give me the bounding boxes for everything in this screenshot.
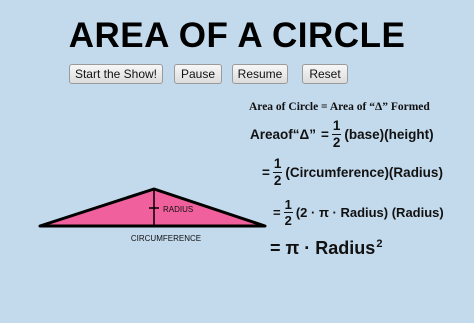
formula-heading: Area of Circle = Area of “Δ” Formed bbox=[249, 101, 430, 113]
eq2-equals: = bbox=[262, 164, 270, 180]
radius-label: RADIUS bbox=[163, 205, 193, 214]
eq4-exponent: 2 bbox=[376, 237, 383, 250]
equation-4: = π · Radius 2 bbox=[270, 238, 382, 259]
eq4-equals: = bbox=[270, 238, 281, 258]
eq1-equals: = bbox=[320, 126, 329, 142]
eq3-rhs: (2 · π · Radius) (Radius) bbox=[295, 205, 444, 220]
eq4-rhs: π · Radius bbox=[285, 238, 376, 258]
fraction-denominator: 2 bbox=[273, 172, 282, 188]
fraction-denominator: 2 bbox=[332, 134, 341, 150]
circumference-label: CIRCUMFERENCE bbox=[131, 234, 201, 243]
eq3-half-fraction: 1 2 bbox=[283, 197, 293, 228]
eq1-half-fraction: 1 2 bbox=[331, 118, 342, 150]
fraction-numerator: 1 bbox=[272, 156, 283, 173]
eq2-half-fraction: 1 2 bbox=[272, 156, 283, 188]
eq3-equals: = bbox=[273, 205, 281, 220]
fraction-denominator: 2 bbox=[284, 213, 292, 228]
equation-2: = 1 2 (Circumference)(Radius) bbox=[262, 157, 443, 187]
fraction-numerator: 1 bbox=[283, 197, 293, 213]
eq2-rhs: (Circumference)(Radius) bbox=[285, 164, 443, 180]
eq1-rhs: (base)(height) bbox=[344, 126, 434, 142]
fraction-numerator: 1 bbox=[331, 118, 342, 135]
equation-1: Areaof“Δ” = 1 2 (base)(height) bbox=[250, 119, 434, 149]
eq1-lhs: Areaof“Δ” bbox=[250, 126, 316, 142]
equation-3: = 1 2 (2 · π · Radius) (Radius) bbox=[273, 198, 444, 227]
